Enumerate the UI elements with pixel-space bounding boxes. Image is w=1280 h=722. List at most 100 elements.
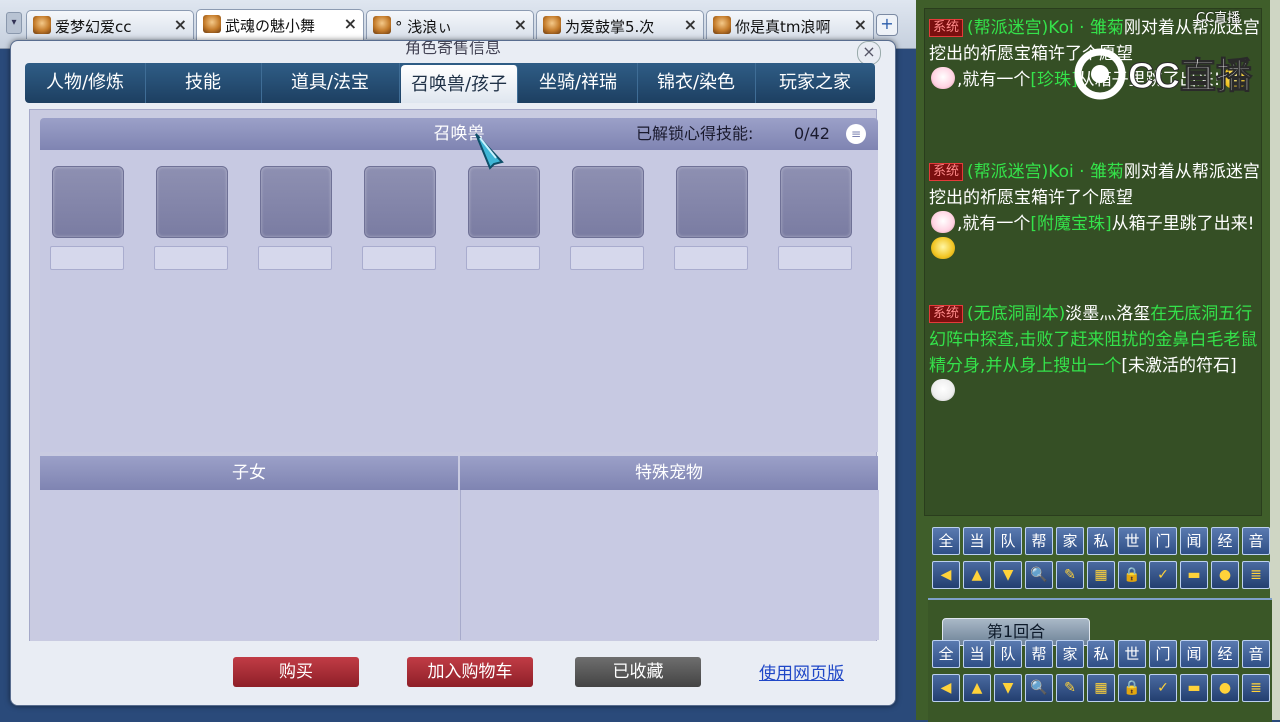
brush-icon[interactable]: ✓ — [1149, 561, 1177, 589]
avatar-icon — [203, 15, 221, 33]
channel-trade[interactable]: 经 — [1211, 640, 1239, 668]
web-version-link[interactable]: 使用网页版 — [759, 659, 844, 684]
folder-icon[interactable]: ▬ — [1180, 674, 1208, 702]
channel-guild[interactable]: 帮 — [1025, 640, 1053, 668]
channel-voice[interactable]: 音 — [1242, 640, 1270, 668]
arrow-up-icon[interactable]: ▲ — [963, 561, 991, 589]
channel-news[interactable]: 闻 — [1180, 527, 1208, 555]
pet-slot[interactable] — [468, 166, 540, 238]
search-icon[interactable]: 🔍 — [1025, 561, 1053, 589]
channel-team[interactable]: 队 — [994, 640, 1022, 668]
tab-close-icon[interactable]: × — [684, 15, 697, 34]
channel-guild[interactable]: 帮 — [1025, 527, 1053, 555]
tab-label: ° 浅浪ぃ — [395, 18, 453, 36]
tab-skills[interactable]: 技能 — [145, 63, 262, 103]
favorited-button[interactable]: 已收藏 — [575, 657, 701, 687]
close-icon[interactable]: × — [857, 41, 881, 65]
tab-pets-children[interactable]: 召唤兽/孩子 — [401, 65, 518, 103]
message-text: ,就有一个 — [957, 70, 1031, 90]
channel-private[interactable]: 私 — [1087, 640, 1115, 668]
arrow-down-icon[interactable]: ▼ — [994, 561, 1022, 589]
cursor-icon — [475, 133, 504, 170]
channel-current[interactable]: 当 — [963, 527, 991, 555]
tab-items[interactable]: 道具/法宝 — [261, 63, 400, 103]
channel-news[interactable]: 闻 — [1180, 640, 1208, 668]
arrow-up-icon[interactable]: ▲ — [963, 674, 991, 702]
search-icon[interactable]: 🔍 — [1025, 674, 1053, 702]
cat-emoji-icon — [931, 67, 955, 89]
channel-trade[interactable]: 经 — [1211, 527, 1239, 555]
pet-name-box — [50, 246, 124, 270]
item-link[interactable]: [珍珠] — [1030, 70, 1077, 90]
special-pets-section-header: 特殊宠物 — [460, 456, 878, 490]
unlocked-skill-count: 0/42 — [794, 124, 830, 143]
tab-1[interactable]: 爱梦幻爱cc × — [26, 10, 194, 39]
tab-4[interactable]: 为爱鼓掌5.次 × — [536, 10, 704, 39]
channel-private[interactable]: 私 — [1087, 527, 1115, 555]
channel-world[interactable]: 世 — [1118, 640, 1146, 668]
edit-icon[interactable]: ✎ — [1056, 674, 1084, 702]
arrow-left-icon[interactable]: ◀ — [932, 674, 960, 702]
tab-close-icon[interactable]: × — [174, 15, 187, 34]
add-tab-button[interactable]: + — [876, 14, 898, 36]
pet-slot[interactable] — [260, 166, 332, 238]
pet-name-box — [674, 246, 748, 270]
pet-section-header: 召唤兽 已解锁心得技能: 0/42 ≡ — [40, 118, 878, 150]
tab-5[interactable]: 你是真tm浪啊 × — [706, 10, 874, 39]
item-link[interactable]: [附魔宝珠] — [1030, 214, 1111, 234]
player-name[interactable]: 淡墨灬洛玺 — [1065, 304, 1150, 324]
speech-bubble-icon[interactable]: ● — [1211, 674, 1239, 702]
pet-slot[interactable] — [52, 166, 124, 238]
channel-family[interactable]: 家 — [1056, 527, 1084, 555]
tab-home[interactable]: 玩家之家 — [755, 63, 875, 103]
lock-icon[interactable]: 🔒 — [1118, 674, 1146, 702]
grid-icon[interactable]: ▦ — [1087, 561, 1115, 589]
tab-close-icon[interactable]: × — [344, 14, 357, 33]
channel-all[interactable]: 全 — [932, 640, 960, 668]
tab-close-icon[interactable]: × — [854, 15, 867, 34]
channel-all[interactable]: 全 — [932, 527, 960, 555]
pet-slot[interactable] — [572, 166, 644, 238]
channel-world[interactable]: 世 — [1118, 527, 1146, 555]
character-info-window: 角色寄售信息 × 人物/修炼 技能 道具/法宝 召唤兽/孩子 坐骑/祥瑞 锦衣/… — [10, 40, 896, 706]
tab-outfits[interactable]: 锦衣/染色 — [637, 63, 756, 103]
grid-icon[interactable]: ▦ — [1087, 674, 1115, 702]
tab-3[interactable]: ° 浅浪ぃ × — [366, 10, 534, 39]
tab-label: 你是真tm浪啊 — [735, 18, 831, 36]
speech-bubble-icon[interactable]: ● — [1211, 561, 1239, 589]
list-add-icon[interactable]: ≣ — [1242, 674, 1270, 702]
channel-current[interactable]: 当 — [963, 640, 991, 668]
tab-character[interactable]: 人物/修炼 — [25, 63, 146, 103]
tab-mounts[interactable]: 坐骑/祥瑞 — [519, 63, 638, 103]
children-section-header: 子女 — [40, 456, 458, 490]
pet-slot[interactable] — [156, 166, 228, 238]
tab-close-icon[interactable]: × — [514, 15, 527, 34]
pet-slot[interactable] — [676, 166, 748, 238]
arrow-left-icon[interactable]: ◀ — [932, 561, 960, 589]
folder-icon[interactable]: ▬ — [1180, 561, 1208, 589]
brush-icon[interactable]: ✓ — [1149, 674, 1177, 702]
edit-icon[interactable]: ✎ — [1056, 561, 1084, 589]
add-to-cart-button[interactable]: 加入购物车 — [407, 657, 533, 687]
smile-emoji-icon — [931, 237, 955, 259]
tab-2[interactable]: 武魂の魅小舞 × — [196, 9, 364, 40]
lock-icon[interactable]: 🔒 — [1118, 561, 1146, 589]
buy-button[interactable]: 购买 — [233, 657, 359, 687]
channel-team[interactable]: 队 — [994, 527, 1022, 555]
channel-sect[interactable]: 门 — [1149, 527, 1177, 555]
pet-slot[interactable] — [364, 166, 436, 238]
pet-slot[interactable] — [780, 166, 852, 238]
list-add-icon[interactable]: ≣ — [1242, 561, 1270, 589]
list-menu-icon[interactable]: ≡ — [846, 124, 866, 144]
pet-name-box — [362, 246, 436, 270]
channel-voice[interactable]: 音 — [1242, 527, 1270, 555]
item-link[interactable]: [未激活的符石] — [1121, 356, 1236, 376]
chat-message: 系统 (无底洞副本)淡墨灬洛玺在无底洞五行幻阵中探查,击败了赶来阻扰的金鼻白毛老鼠… — [929, 301, 1261, 405]
system-tag: 系统 — [929, 19, 964, 37]
channel-family[interactable]: 家 — [1056, 640, 1084, 668]
arrow-down-icon[interactable]: ▼ — [994, 674, 1022, 702]
tab-dropdown-icon[interactable]: ▾ — [6, 12, 22, 34]
channel-sect[interactable]: 门 — [1149, 640, 1177, 668]
cat-emoji-icon — [931, 211, 955, 233]
children-section-title: 子女 — [232, 463, 266, 483]
